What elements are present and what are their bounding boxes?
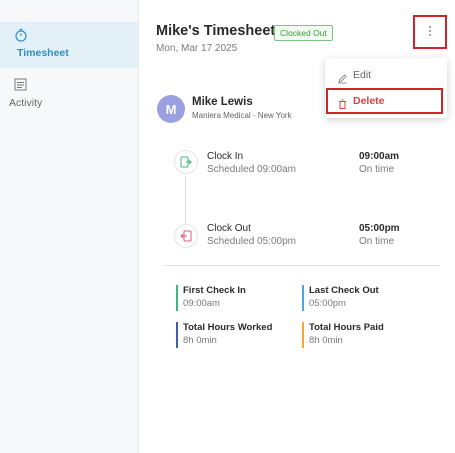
clock-in-scheduled: Scheduled 09:00am xyxy=(207,164,296,175)
clock-in-time: 09:00am xyxy=(359,151,400,162)
clock-in-icon xyxy=(174,150,198,174)
main-panel: Mike's Timesheet Clocked Out Mon, Mar 17… xyxy=(139,0,455,453)
edit-menu-item[interactable]: Edit xyxy=(325,63,447,87)
kebab-menu-icon xyxy=(428,25,432,40)
options-dropdown: Edit Delete xyxy=(325,58,447,118)
stat-first-check-in: First Check In 09:00am xyxy=(176,285,296,311)
delete-menu-item[interactable]: Delete xyxy=(325,89,447,113)
sidebar: Timesheet Activity xyxy=(0,0,139,453)
more-options-button[interactable] xyxy=(413,15,447,49)
list-icon xyxy=(14,78,28,92)
stat-value: 05:00pm xyxy=(309,298,346,309)
trash-icon xyxy=(337,95,348,109)
clock-out-icon xyxy=(174,224,198,248)
stat-label: First Check In xyxy=(183,285,246,296)
stat-color-bar xyxy=(302,322,304,348)
clock-out-title: Clock Out xyxy=(207,223,251,234)
sidebar-item-timesheet[interactable]: Timesheet xyxy=(0,22,138,68)
stat-label: Total Hours Worked xyxy=(183,322,273,333)
status-badge: Clocked Out xyxy=(274,25,333,41)
clock-out-status: On time xyxy=(359,236,395,247)
user-name: Mike Lewis xyxy=(192,96,253,108)
stat-last-check-out: Last Check Out 05:00pm xyxy=(302,285,422,311)
page-title: Mike's Timesheet xyxy=(156,23,276,39)
timeline-connector xyxy=(185,176,186,224)
clock-in-title: Clock In xyxy=(207,151,244,162)
stat-label: Last Check Out xyxy=(309,285,379,296)
sidebar-item-label: Timesheet xyxy=(17,47,69,59)
stat-value: 8h 0min xyxy=(309,335,343,346)
clock-out-time: 05:00pm xyxy=(359,223,400,234)
pencil-icon xyxy=(337,69,348,84)
stat-color-bar xyxy=(302,285,304,311)
edit-label: Edit xyxy=(353,69,372,81)
clock-out-scheduled: Scheduled 05:00pm xyxy=(207,236,296,247)
stopwatch-icon xyxy=(14,28,28,42)
stat-value: 09:00am xyxy=(183,298,220,309)
stat-value: 8h 0min xyxy=(183,335,217,346)
delete-label: Delete xyxy=(353,95,385,107)
clock-in-status: On time xyxy=(359,164,395,175)
user-organization: Maniera Medical - New York xyxy=(192,111,292,120)
stat-total-hours-worked: Total Hours Worked 8h 0min xyxy=(176,322,296,348)
stat-label: Total Hours Paid xyxy=(309,322,384,333)
stat-color-bar xyxy=(176,285,178,311)
stat-total-hours-paid: Total Hours Paid 8h 0min xyxy=(302,322,422,348)
stat-color-bar xyxy=(176,322,178,348)
divider xyxy=(163,265,440,266)
sidebar-item-label: Activity xyxy=(9,97,43,109)
sidebar-item-activity[interactable]: Activity xyxy=(0,74,138,120)
avatar: M xyxy=(157,95,185,123)
timesheet-date: Mon, Mar 17 2025 xyxy=(156,43,238,54)
